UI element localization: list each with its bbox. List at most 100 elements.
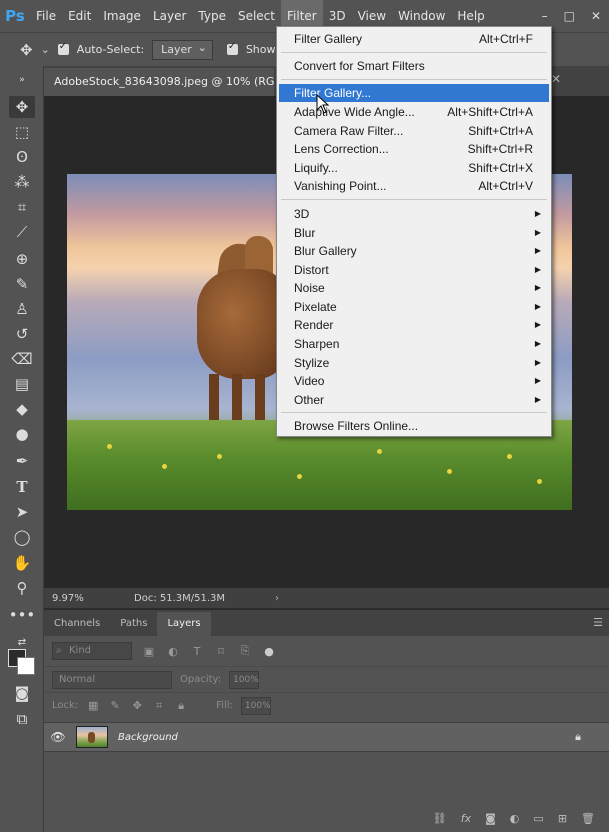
marquee-tool-icon[interactable]: ⬚ <box>9 121 35 143</box>
fill-input[interactable]: 100% <box>240 696 271 715</box>
opacity-input[interactable]: 100% <box>229 670 260 689</box>
lock-position-icon[interactable]: ✥ <box>130 699 144 713</box>
flower <box>162 464 167 469</box>
kind-filter-dropdown[interactable]: Kind <box>52 642 132 660</box>
adjustment-layer-icon[interactable]: ◐ <box>510 812 520 825</box>
dodge-tool-icon[interactable]: ● <box>9 423 35 445</box>
submenu-arrow-icon: ▶ <box>534 339 541 348</box>
type-tool-icon[interactable]: T <box>9 476 35 498</box>
screen-mode-icon[interactable]: ⧉ <box>9 708 35 730</box>
submenu-arrow-icon: ▶ <box>534 246 541 255</box>
menu-separator <box>281 52 547 53</box>
crop-tool-icon[interactable]: ⌗ <box>9 196 35 218</box>
menu-item-lens-correction[interactable]: Lens Correction... Shift+Ctrl+R <box>279 140 549 158</box>
menu-item-label: Filter Gallery <box>294 32 363 46</box>
menu-item-video[interactable]: Video ▶ <box>279 372 549 390</box>
document-tab[interactable]: AdobeStock_83643098.jpeg @ 10% (RGB/8) <box>44 68 274 96</box>
new-group-icon[interactable]: ▭ <box>533 812 543 825</box>
zoom-level[interactable]: 9.97% <box>44 593 84 604</box>
zoom-tool-icon[interactable]: ⚲ <box>9 577 35 599</box>
eyedropper-tool-icon[interactable]: ⟋ <box>9 221 35 243</box>
menu-item-blur-gallery[interactable]: Blur Gallery ▶ <box>279 242 549 260</box>
menu-item-browse-filters-online[interactable]: Browse Filters Online... <box>279 417 549 435</box>
tab-layers[interactable]: Layers <box>157 612 211 636</box>
menu-item-shortcut: Shift+Ctrl+A <box>468 124 533 138</box>
new-layer-icon[interactable]: ⊞ <box>558 812 567 825</box>
menu-item-liquify[interactable]: Liquify... Shift+Ctrl+X <box>279 159 549 177</box>
move-tool-icon[interactable]: ✥ <box>20 41 33 59</box>
document-tab-close-icon[interactable]: ✕ <box>551 72 561 86</box>
blur-tool-icon[interactable]: ◆ <box>9 398 35 420</box>
layer-filter-row: Kind ▣ ◐ T ⌑ ⎘ ● <box>44 636 609 666</box>
close-icon[interactable]: ✕ <box>591 9 601 23</box>
brush-tool-icon[interactable]: ✎ <box>9 273 35 295</box>
lasso-tool-icon[interactable]: ʘ <box>9 146 35 168</box>
menu-item-convert-smart-filters[interactable]: Convert for Smart Filters <box>279 57 549 75</box>
show-transform-checkbox[interactable] <box>226 41 238 55</box>
move-tool-icon[interactable]: ✥ <box>9 96 35 118</box>
link-layers-icon[interactable]: ⛓ <box>433 812 447 825</box>
pen-tool-icon[interactable]: ✒ <box>9 450 35 472</box>
tool-preset-chevron-icon[interactable]: ⌄ <box>41 43 50 56</box>
menu-item-label: Browse Filters Online... <box>294 419 419 433</box>
visibility-eye-icon[interactable]: 👁︎ <box>44 730 72 744</box>
menu-item-blur[interactable]: Blur ▶ <box>279 224 549 242</box>
panel-collapse-icon[interactable]: » <box>9 69 35 91</box>
menu-image[interactable]: Image <box>97 0 147 32</box>
background-color-swatch[interactable] <box>17 657 35 675</box>
more-tools-icon[interactable]: ••• <box>9 604 36 626</box>
magic-wand-tool-icon[interactable]: ⁂ <box>9 171 35 193</box>
lock-artboard-icon[interactable]: ⌗ <box>152 699 166 713</box>
adjustment-filter-icon[interactable]: ◐ <box>166 644 180 658</box>
layer-row[interactable]: 👁︎ Background 🔒︎ <box>44 722 609 752</box>
menu-item-distort[interactable]: Distort ▶ <box>279 261 549 279</box>
eraser-tool-icon[interactable]: ⌫ <box>9 348 35 370</box>
menu-item-shortcut: Alt+Shift+Ctrl+A <box>447 105 533 119</box>
menu-item-3d[interactable]: 3D ▶ <box>279 205 549 223</box>
menu-item-sharpen[interactable]: Sharpen ▶ <box>279 335 549 353</box>
lock-transparent-icon[interactable]: ▦ <box>86 699 100 713</box>
fx-icon[interactable]: fx <box>461 812 471 825</box>
menu-item-last-filter[interactable]: Filter Gallery Alt+Ctrl+F <box>279 30 549 48</box>
tab-paths[interactable]: Paths <box>110 612 157 636</box>
menu-item-pixelate[interactable]: Pixelate ▶ <box>279 298 549 316</box>
menu-layer[interactable]: Layer <box>147 0 192 32</box>
lock-image-icon[interactable]: ✎ <box>108 699 122 713</box>
tab-channels[interactable]: Channels <box>44 612 110 636</box>
quick-mask-icon[interactable]: ◙ <box>9 682 35 704</box>
lock-all-icon[interactable]: 🔒︎ <box>174 699 188 713</box>
path-selection-tool-icon[interactable]: ➤ <box>9 501 35 523</box>
gradient-tool-icon[interactable]: ▤ <box>9 373 35 395</box>
menu-edit[interactable]: Edit <box>62 0 97 32</box>
submenu-arrow-icon: ▶ <box>534 228 541 237</box>
hand-tool-icon[interactable]: ✋ <box>9 552 35 574</box>
status-menu-arrow-icon[interactable]: › <box>275 593 279 604</box>
menu-type[interactable]: Type <box>192 0 232 32</box>
delete-layer-icon[interactable]: 🗑︎ <box>581 812 595 825</box>
menu-item-vanishing-point[interactable]: Vanishing Point... Alt+Ctrl+V <box>279 177 549 195</box>
auto-select-checkbox[interactable] <box>57 41 69 55</box>
menu-file[interactable]: File <box>30 0 62 32</box>
menu-select[interactable]: Select <box>232 0 281 32</box>
history-brush-tool-icon[interactable]: ↺ <box>9 323 35 345</box>
type-filter-icon[interactable]: T <box>190 644 204 658</box>
maximize-icon[interactable]: □ <box>564 9 575 23</box>
panel-menu-icon[interactable]: ☰ <box>593 616 603 629</box>
minimize-icon[interactable]: – <box>542 9 548 23</box>
blend-mode-dropdown[interactable]: Normal <box>52 670 172 689</box>
filter-toggle-icon[interactable]: ● <box>262 644 276 658</box>
menu-item-stylize[interactable]: Stylize ▶ <box>279 354 549 372</box>
menu-item-other[interactable]: Other ▶ <box>279 391 549 409</box>
menu-item-render[interactable]: Render ▶ <box>279 316 549 334</box>
menu-item-shortcut: Alt+Ctrl+V <box>478 179 533 193</box>
stamp-tool-icon[interactable]: ♙ <box>9 298 35 320</box>
healing-brush-tool-icon[interactable]: ⊕ <box>9 248 35 270</box>
auto-select-dropdown[interactable]: Layer <box>152 39 213 60</box>
pixel-filter-icon[interactable]: ▣ <box>142 644 156 658</box>
ellipse-tool-icon[interactable]: ◯ <box>9 526 35 548</box>
menu-item-camera-raw-filter[interactable]: Camera Raw Filter... Shift+Ctrl+A <box>279 122 549 140</box>
add-mask-icon[interactable]: ◙ <box>485 812 496 825</box>
smart-object-filter-icon[interactable]: ⎘ <box>238 644 252 658</box>
shape-filter-icon[interactable]: ⌑ <box>214 644 228 658</box>
menu-item-noise[interactable]: Noise ▶ <box>279 279 549 297</box>
